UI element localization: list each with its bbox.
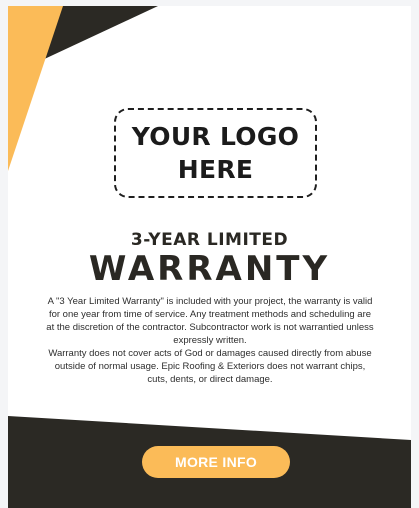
top-dark-shape	[8, 6, 158, 76]
warranty-description: A "3 Year Limited Warranty" is included …	[46, 295, 374, 386]
top-yellow-shape	[8, 6, 63, 171]
warranty-subtitle: 3-YEAR LIMITED	[130, 230, 289, 250]
warranty-card: YOUR LOGO HERE 3-YEAR LIMITED WARRANTY A…	[8, 6, 411, 508]
logo-placeholder-text: YOUR LOGO HERE	[131, 121, 300, 184]
logo-placeholder: YOUR LOGO HERE	[114, 108, 317, 198]
warranty-paragraph-terms: A "3 Year Limited Warranty" is included …	[46, 296, 374, 346]
warranty-paragraph-exclusions: Warranty does not cover acts of God or d…	[48, 348, 372, 385]
warranty-title: WARRANTY	[88, 249, 331, 289]
more-info-button[interactable]: MORE INFO	[142, 446, 290, 478]
